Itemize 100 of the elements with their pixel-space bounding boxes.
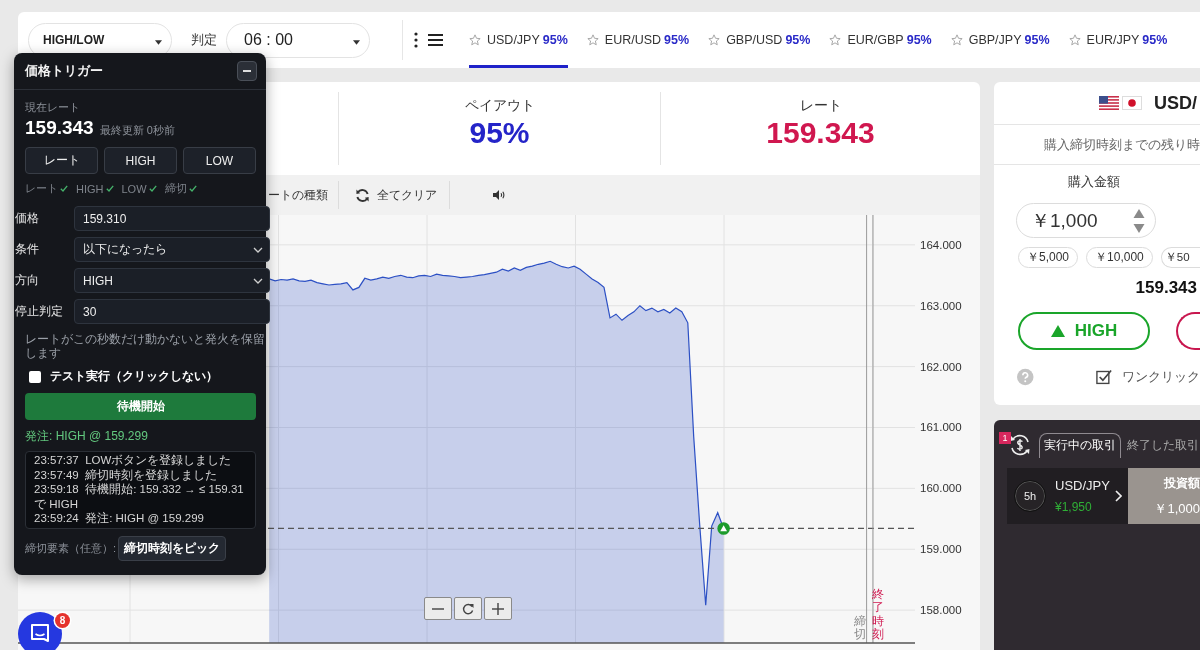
investment-value: ￥1,000 [1154, 499, 1200, 518]
minus-icon [243, 70, 251, 72]
log-line: 23:57:49 締切時刻を登録しました [34, 467, 219, 483]
zoom-in-button[interactable] [484, 597, 512, 620]
up-down-arrows-icon[interactable] [1133, 207, 1145, 234]
pair-tab[interactable]: GBP/JPY 95% [950, 12, 1050, 68]
register-button[interactable]: LOW [183, 147, 256, 174]
clear-all-button[interactable]: 全てクリア [339, 186, 449, 204]
trades-tab[interactable]: 実行中の取引 [1039, 433, 1121, 458]
star-icon[interactable] [469, 34, 481, 46]
reset-zoom-button[interactable] [454, 597, 482, 620]
field-label: 停止判定 [15, 303, 64, 320]
investment-label: 投資額 [1164, 474, 1200, 492]
hint-text: レートがこの秒数だけ動かないと発火を保留します [25, 332, 266, 360]
panel-title: 価格トリガー [25, 62, 103, 80]
field-label: 方向 [15, 272, 40, 289]
pair-title: USD/ [1154, 92, 1197, 114]
one-click-label: ワンクリック [1122, 368, 1200, 386]
jp-flag-icon [1122, 96, 1142, 110]
log-line: 23:57:37 LOWボタンを登録しました [34, 453, 233, 468]
registered-item: 締切 [164, 181, 187, 196]
current-rate: 159.343 [1135, 278, 1197, 298]
caret-icon [155, 40, 162, 45]
rate-label: レート [799, 97, 842, 115]
register-button[interactable]: レート [25, 147, 98, 174]
trade-row[interactable]: 5h USD/JPY ¥1,950 [1007, 468, 1128, 524]
star-icon[interactable] [950, 34, 963, 46]
up-triangle-icon [1050, 325, 1065, 337]
start-waiting-button[interactable]: 待機開始 [25, 393, 256, 420]
minimize-button[interactable] [237, 61, 257, 81]
registered-item: LOW [121, 182, 147, 195]
axis-tick-label: 161.000 [920, 421, 962, 434]
refresh-icon [462, 602, 474, 615]
amount-preset-button[interactable]: ￥5,000 [1018, 247, 1079, 268]
judgement-time-select[interactable]: 06 : 00 [226, 22, 370, 58]
zoom-out-button[interactable] [424, 597, 452, 620]
amount-preset-button[interactable]: ￥50 [1160, 247, 1200, 268]
pair-tab[interactable]: EUR/USD 95% [586, 12, 690, 68]
us-flag-icon [1099, 96, 1119, 110]
payout-label: ペイアウト [464, 97, 535, 115]
star-icon[interactable] [586, 34, 599, 46]
axis-tick-label: 164.000 [920, 238, 962, 251]
countdown-timer: 5h [1014, 480, 1046, 512]
payout-value: 95% [469, 116, 530, 150]
select-field[interactable]: HIGH [74, 268, 270, 293]
pick-deadline-button[interactable]: 締切時刻をピック [118, 535, 227, 561]
trade-payout: ¥1,950 [1055, 500, 1093, 514]
menu-icon[interactable] [428, 34, 443, 46]
vertical-dots-icon[interactable] [414, 32, 418, 48]
field-label: 条件 [15, 241, 40, 258]
chevron-down-icon [253, 246, 263, 253]
pair-tab[interactable]: USD/JPY 95% [469, 12, 568, 68]
checkbox[interactable] [29, 370, 41, 383]
judgement-label: 判定 [191, 31, 217, 49]
axis-tick-label: 159.000 [920, 543, 962, 556]
trade-pair: USD/JPY [1055, 478, 1110, 493]
trades-tab[interactable]: 終了した取引 [1122, 433, 1200, 458]
notification-badge: 8 [55, 613, 70, 628]
count-badge: 1 [999, 432, 1011, 444]
trade-button[interactable] [1176, 312, 1200, 350]
current-rate: 159.343 [25, 117, 94, 139]
chart-type-button[interactable]: ートの種類 [268, 186, 338, 204]
star-icon[interactable] [1068, 34, 1081, 46]
order-status: 発注: HIGH @ 159.299 [25, 428, 149, 445]
chat-button[interactable] [18, 612, 62, 650]
countdown-label: 購入締切時刻までの残り時 [1044, 135, 1200, 154]
deadline-element-label: 締切要素（任意）: [25, 540, 117, 556]
axis-tick-label: 162.000 [920, 360, 962, 373]
checkbox-icon[interactable] [1095, 368, 1112, 386]
star-icon[interactable] [829, 34, 842, 46]
amount-label: 購入金額 [1068, 173, 1121, 191]
star-icon[interactable] [708, 34, 721, 46]
caret-icon [353, 40, 360, 45]
chevron-right-icon [1115, 490, 1122, 502]
speaker-icon[interactable] [493, 190, 505, 200]
current-rate-label: 現在レート [25, 100, 81, 115]
rate-value: 159.343 [766, 116, 875, 150]
plus-icon [492, 602, 504, 615]
last-updated: 最終更新 0秒前 [99, 123, 175, 138]
log-line: 23:59:18 待機開始: 159.332 → ≤ 159.31 で HIGH [34, 482, 245, 512]
axis-tick-label: 160.000 [920, 482, 962, 495]
input-field[interactable]: 30 [74, 299, 270, 324]
log-line: 23:59:24 発注: HIGH @ 159.299 [34, 511, 205, 526]
register-button[interactable]: HIGH [104, 147, 177, 174]
pair-tab[interactable]: EUR/GBP 95% [829, 12, 932, 68]
time-marker-label: 終了時刻 [872, 588, 884, 641]
currency-cycle-icon [1008, 434, 1032, 456]
chevron-down-icon [253, 277, 263, 284]
select-field[interactable]: 以下になったら [74, 237, 270, 262]
axis-tick-label: 163.000 [920, 299, 962, 312]
registered-item: HIGH [76, 182, 104, 195]
checkbox-label: テスト実行（クリックしない） [50, 368, 218, 385]
field-label: 価格 [15, 210, 40, 227]
registered-item: レート [25, 181, 58, 196]
axis-tick-label: 158.000 [920, 604, 962, 617]
pair-tab[interactable]: GBP/USD 95% [708, 12, 811, 68]
input-field[interactable]: 159.310 [74, 206, 270, 231]
pair-tab[interactable]: EUR/JPY 95% [1068, 12, 1168, 68]
amount-preset-button[interactable]: ￥10,000 [1086, 247, 1153, 268]
refresh-icon [355, 187, 370, 203]
